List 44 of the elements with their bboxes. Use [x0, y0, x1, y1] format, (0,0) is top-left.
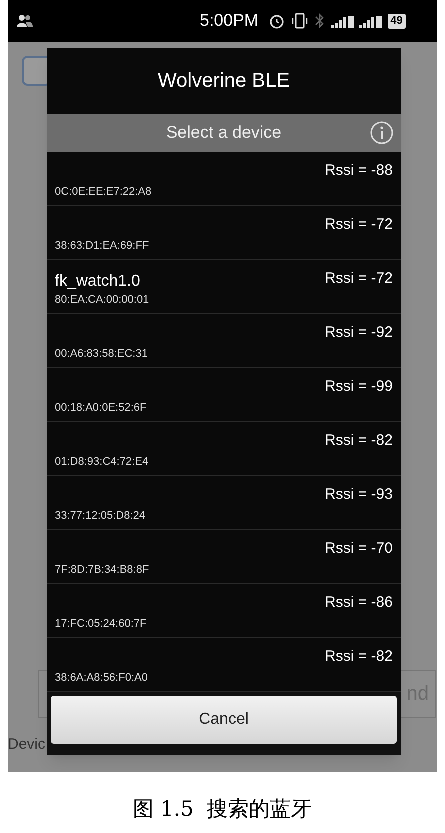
battery-level: 49 — [388, 14, 406, 28]
device-row[interactable]: Rssi = -72 38:63:D1:EA:69:FF — [47, 206, 401, 260]
info-icon[interactable] — [370, 121, 394, 145]
device-row[interactable]: Rssi = -86 17:FC:05:24:60:7F — [47, 584, 401, 638]
signal-icon — [330, 14, 355, 28]
device-address: 00:18:A0:0E:52:6F — [55, 401, 147, 416]
rssi-text: Rssi = -99 — [325, 377, 393, 397]
rssi-text: Rssi = -70 — [325, 539, 393, 559]
device-row[interactable]: Rssi = -99 00:18:A0:0E:52:6F — [47, 368, 401, 422]
device-address: 00:A6:83:58:EC:31 — [55, 347, 148, 362]
clock-time: 5:00PM — [200, 10, 259, 32]
rssi-text: Rssi = -82 — [325, 431, 393, 451]
device-address: 80:EA:CA:00:00:01 — [55, 293, 150, 308]
device-row[interactable]: Rssi = -92 00:A6:83:58:EC:31 — [47, 314, 401, 368]
rssi-text: Rssi = -72 — [325, 215, 393, 235]
label-fragment: Devic — [8, 735, 46, 755]
signal-icon — [358, 14, 383, 28]
device-address: 0C:0E:EE:E7:22:A8 — [55, 185, 152, 200]
cancel-button[interactable]: Cancel — [51, 696, 397, 744]
rssi-text: Rssi = -92 — [325, 323, 393, 343]
rssi-text: Rssi = -82 — [325, 647, 393, 667]
rssi-text: Rssi = -72 — [325, 269, 393, 289]
alarm-icon — [268, 13, 285, 29]
dialog-title: Wolverine BLE — [158, 69, 290, 94]
device-row[interactable]: Rssi = -82 01:D8:93:C4:72:E4 — [47, 422, 401, 476]
device-address: 01:D8:93:C4:72:E4 — [55, 455, 149, 470]
device-address: 17:FC:05:24:60:7F — [55, 617, 147, 632]
device-address: 7F:8D:7B:34:B8:8F — [55, 563, 150, 578]
device-address: 38:63:D1:EA:69:FF — [55, 239, 150, 254]
rssi-text: Rssi = -93 — [325, 485, 393, 505]
device-row[interactable]: fk_watch1.0 Rssi = -72 80:EA:CA:00:00:01 — [47, 260, 401, 314]
device-row[interactable]: Rssi = -93 33:77:12:05:D8:24 — [47, 476, 401, 530]
header-text: Select a device — [166, 122, 282, 144]
vibrate-icon — [290, 13, 309, 29]
rssi-text: Rssi = -88 — [325, 161, 393, 181]
device-row[interactable]: Rssi = -70 7F:8D:7B:34:B8:8F — [47, 530, 401, 584]
device-address: 33:77:12:05:D8:24 — [55, 509, 146, 524]
contacts-icon — [16, 14, 34, 28]
device-address: 38:6A:A8:56:F0:A0 — [55, 671, 148, 686]
rssi-text: Rssi = -86 — [325, 593, 393, 613]
bluetooth-icon — [314, 13, 325, 29]
device-row[interactable]: Rssi = -88 0C:0E:EE:E7:22:A8 — [47, 152, 401, 206]
device-name: fk_watch1.0 — [55, 272, 140, 292]
figure-caption: 图 1.5 搜索的蓝牙 — [132, 796, 312, 823]
